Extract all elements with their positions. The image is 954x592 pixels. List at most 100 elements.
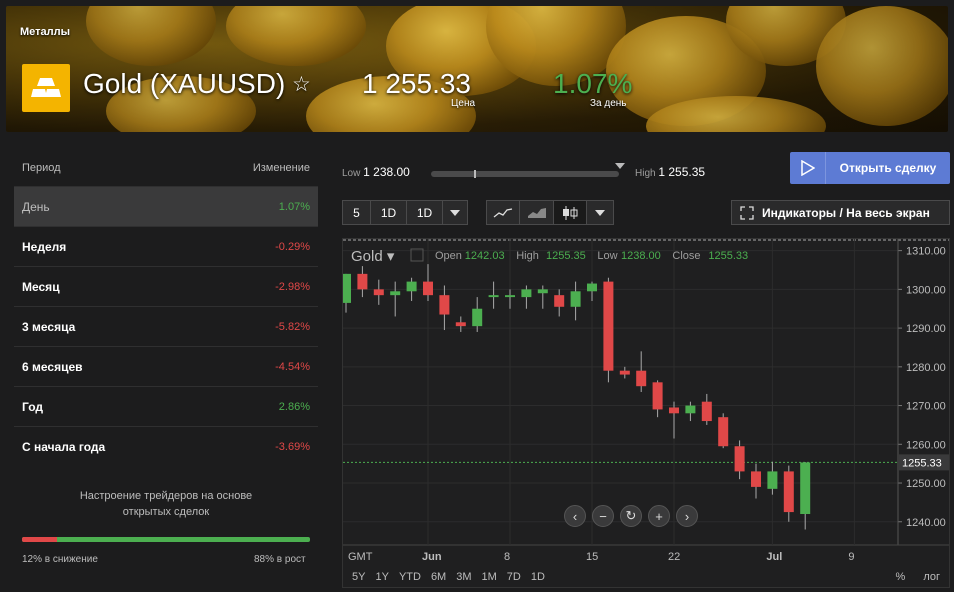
period-button[interactable]: 3M bbox=[456, 571, 471, 583]
chart-type-chevron-icon[interactable] bbox=[587, 201, 613, 224]
performance-period: С начала года bbox=[22, 439, 106, 454]
x-tick-label: Jun bbox=[422, 551, 442, 563]
line-chart-icon[interactable] bbox=[487, 201, 521, 224]
performance-row[interactable]: С начала года -3.69% bbox=[14, 426, 318, 466]
period-button[interactable]: 1Y bbox=[375, 571, 388, 583]
candle-body bbox=[767, 471, 778, 489]
candle-body bbox=[652, 382, 663, 410]
candle-body bbox=[783, 471, 794, 513]
chart-symbol: Gold ▾ bbox=[351, 248, 395, 265]
area-chart-icon[interactable] bbox=[520, 201, 554, 224]
period-button[interactable]: 6M bbox=[431, 571, 446, 583]
candle-body bbox=[505, 295, 515, 298]
performance-row[interactable]: Год 2.86% bbox=[14, 386, 318, 426]
candle-body bbox=[554, 295, 565, 307]
candle-body bbox=[603, 281, 614, 371]
y-tick-label: 1300.00 bbox=[906, 284, 946, 296]
x-tick-label: 8 bbox=[504, 551, 510, 563]
candle-body bbox=[800, 462, 811, 515]
period-button[interactable]: YTD bbox=[399, 571, 421, 583]
candle-body bbox=[488, 295, 499, 298]
gold-bars-icon bbox=[22, 64, 70, 112]
performance-period: Год bbox=[22, 399, 43, 414]
open-trade-label: Открыть сделку bbox=[839, 161, 937, 175]
sentiment-bar bbox=[22, 537, 310, 542]
performance-value: 1.07% bbox=[278, 200, 310, 213]
y-tick-label: 1310.00 bbox=[906, 246, 946, 258]
ohlc-label: High bbox=[516, 250, 539, 262]
candle-body bbox=[701, 401, 712, 422]
x-tick-label: 9 bbox=[848, 551, 854, 563]
performance-row[interactable]: Месяц -2.98% bbox=[14, 266, 318, 306]
y-tick-label: 1270.00 bbox=[906, 401, 946, 413]
candle-body bbox=[669, 407, 679, 414]
candle-body bbox=[455, 322, 466, 327]
chart-zoom-out-icon[interactable]: − bbox=[592, 505, 614, 527]
period-button[interactable]: 7D bbox=[507, 571, 521, 583]
performance-period: Неделя bbox=[22, 239, 67, 254]
fullscreen-icon bbox=[732, 205, 762, 220]
price-chart[interactable]: 1310.00 1300.00 1290.00 1280.00 1270.00 1260.… bbox=[341, 238, 950, 588]
ohlc-value: 1242.03 bbox=[465, 250, 505, 262]
candle-body bbox=[472, 308, 483, 327]
chart-zoom-in-icon[interactable]: + bbox=[648, 505, 670, 527]
interval-button-1d[interactable]: 1D bbox=[371, 201, 407, 224]
chart-svg[interactable]: 1310.00 1300.00 1290.00 1280.00 1270.00 1260.… bbox=[341, 239, 949, 569]
y-tick-label: 1240.00 bbox=[906, 517, 946, 529]
performance-row[interactable]: 6 месяцев -4.54% bbox=[14, 346, 318, 386]
play-icon bbox=[790, 152, 826, 184]
ohlc-label: Close bbox=[672, 250, 700, 262]
scale-button[interactable]: лог bbox=[923, 571, 940, 583]
page-root: Металлы Gold (XAUUSD) ☆ 1 255.33 Цена 1.… bbox=[0, 0, 954, 592]
candle-body bbox=[406, 281, 417, 292]
ohlc-value: 1255.35 bbox=[546, 250, 586, 262]
range-high-value: 1 255.35 bbox=[658, 165, 706, 179]
candlestick-chart-icon[interactable] bbox=[553, 201, 588, 224]
range-low-label: Low bbox=[342, 168, 361, 179]
price-label: Цена bbox=[451, 98, 476, 109]
sentiment-bar-down bbox=[22, 537, 57, 542]
period-bar: 5Y 1Y YTD 6M 3M 1M 7D 1D % лог bbox=[342, 566, 950, 588]
candle-body bbox=[734, 446, 745, 472]
sentiment-up-label: 88% в рост bbox=[254, 554, 306, 565]
performance-table: Период Изменение День 1.07% Неделя -0.29% Ме… bbox=[14, 150, 318, 466]
chart-type-toolbar bbox=[486, 200, 614, 225]
candle-body bbox=[537, 289, 548, 294]
candle-body bbox=[619, 370, 630, 375]
ohlc-value: 1255.33 bbox=[708, 250, 748, 262]
daily-change: 1.07% bbox=[553, 68, 633, 99]
performance-row[interactable]: 3 месяца -5.82% bbox=[14, 306, 318, 346]
interval-button-5[interactable]: 5 bbox=[343, 201, 371, 224]
chart-prev-icon[interactable]: ‹ bbox=[564, 505, 586, 527]
sentiment-text-1: Настроение трейдеров на основе bbox=[79, 490, 253, 502]
performance-period: День bbox=[22, 199, 50, 214]
period-button[interactable]: 5Y bbox=[352, 571, 365, 583]
range-track bbox=[431, 171, 619, 177]
period-button[interactable]: 1M bbox=[482, 571, 497, 583]
chart-reset-icon[interactable]: ↻ bbox=[620, 505, 642, 527]
performance-period: 3 месяца bbox=[22, 319, 76, 334]
interval-dropdown-chevron-icon[interactable] bbox=[443, 201, 467, 224]
candle-body bbox=[521, 289, 532, 298]
open-trade-button[interactable]: Открыть сделку bbox=[790, 152, 950, 184]
candle-body bbox=[357, 273, 368, 290]
scale-button[interactable]: % bbox=[896, 571, 906, 583]
current-price: 1 255.33 bbox=[362, 68, 471, 99]
indicators-fullscreen-button[interactable]: Индикаторы / На весь экран bbox=[731, 200, 950, 225]
performance-row[interactable]: День 1.07% bbox=[14, 186, 318, 226]
x-tick-label: 15 bbox=[586, 551, 598, 563]
chart-next-icon[interactable]: › bbox=[676, 505, 698, 527]
performance-header: Период Изменение bbox=[14, 150, 318, 186]
performance-row[interactable]: Неделя -0.29% bbox=[14, 226, 318, 266]
sentiment-caption: Настроение трейдеров на основе открытых … bbox=[14, 488, 318, 520]
favorite-star-icon[interactable]: ☆ bbox=[292, 72, 311, 97]
ohlc-value: 1238.00 bbox=[621, 250, 661, 262]
range-low-value: 1 238.00 bbox=[363, 165, 410, 179]
interval-button-1d-alt[interactable]: 1D bbox=[407, 201, 443, 224]
performance-value: -5.82% bbox=[275, 320, 310, 333]
period-button[interactable]: 1D bbox=[531, 571, 545, 583]
breadcrumb[interactable]: Металлы bbox=[20, 26, 70, 38]
y-tick-label: 1260.00 bbox=[906, 439, 946, 451]
y-tick-label: 1290.00 bbox=[906, 323, 946, 335]
scale-buttons: % лог bbox=[896, 571, 950, 583]
